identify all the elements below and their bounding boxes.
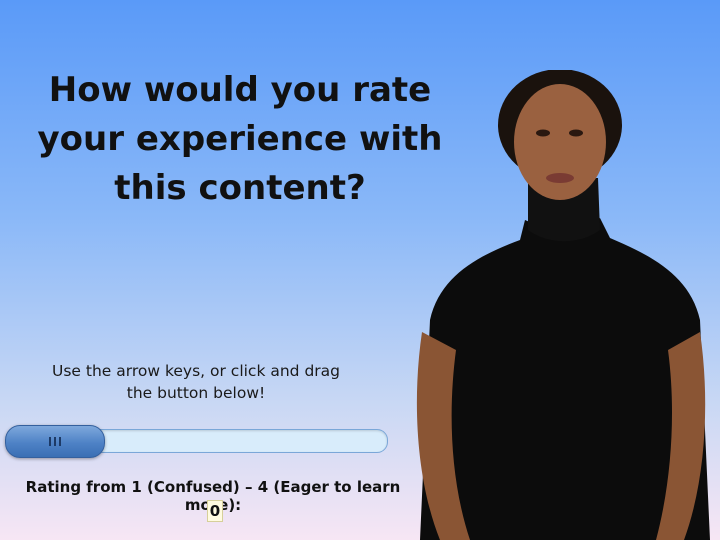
question-title: How would you rate your experience with … — [37, 70, 443, 208]
rating-value: 0 — [207, 500, 223, 522]
rating-slider-handle[interactable] — [5, 425, 105, 458]
presenter-image — [416, 70, 710, 540]
grip-lines-icon — [49, 437, 61, 446]
instructions-text: Use the arrow keys, or click and drag th… — [51, 362, 340, 402]
